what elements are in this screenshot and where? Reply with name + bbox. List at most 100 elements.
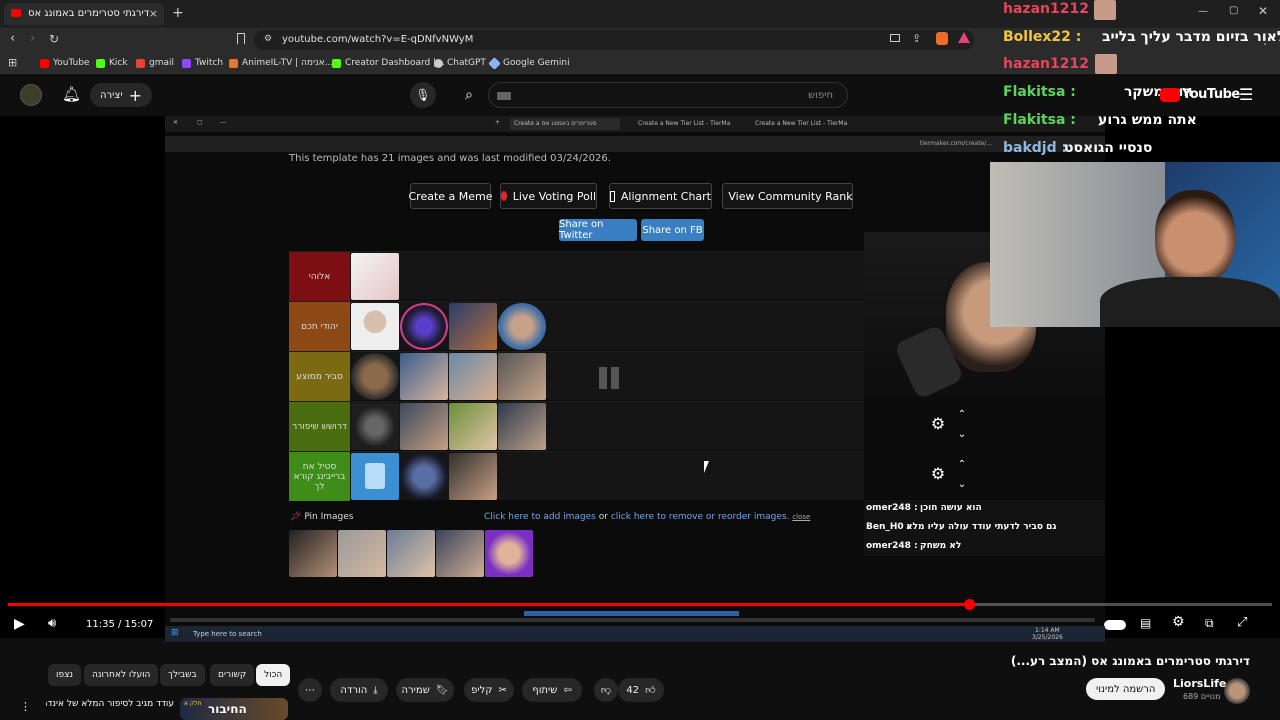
bookmark-icon[interactable] [237,33,245,44]
site-info-icon[interactable]: ⚙ [264,34,272,44]
bookmark-gmail[interactable]: gmail [136,58,174,68]
play-icon[interactable]: ▶ [14,616,25,632]
chat-emote [1095,54,1117,74]
brave-shield-icon[interactable] [936,32,948,45]
grid-icon [610,190,615,202]
tab-close-icon[interactable]: × [149,7,158,20]
brave-rewards-icon[interactable] [958,32,970,43]
maximize-icon[interactable]: ▢ [1229,5,1238,16]
url-bar[interactable]: ⚙ youtube.com/watch?v=E-qDNfvNWyM [254,30,974,50]
bookmark-gemini[interactable]: Google Gemini [488,56,570,70]
tier-item-image [351,303,399,350]
subtitles-icon[interactable]: ▤ [1140,616,1151,630]
bookmark-chatgpt[interactable]: ChatGPT [434,58,486,68]
tab-title: דירגתי סטרימרים באמונג אס [28,8,150,19]
browser-menu-icon[interactable]: ⋮ [1259,33,1271,47]
progress-scrubber[interactable] [964,599,975,610]
back-icon[interactable]: ‹ [10,31,15,46]
chip-all[interactable]: הכול [256,664,291,686]
tier-item-image [351,453,399,500]
chip-for-you[interactable]: בשבילך [160,664,205,686]
youtube-logo-text[interactable]: YouTube [1182,87,1240,102]
menu-hamburger-icon[interactable]: ☰ [1239,85,1253,104]
more-actions-button[interactable]: ⋯ [298,678,322,702]
more-horizontal-icon: ⋯ [305,684,315,696]
forward-icon[interactable]: › [30,31,35,46]
bookmark-kick[interactable]: Kick [96,58,128,68]
chat-message: לא משחק [920,541,962,551]
bookmark-animeil[interactable]: AnimeIL-TV | אנימה... [229,58,333,68]
chip-recently-uploaded[interactable]: הועלו לאחרונה [84,664,159,686]
chat-username: Ben_H0 : [866,522,911,532]
search-button-icon[interactable]: ⌕ [456,82,482,108]
kick-icon [96,58,105,68]
clip-button[interactable]: קליפ ✂ [464,678,514,702]
inner-close-icon: ✕ [173,119,179,126]
bookmark-twitch[interactable]: Twitch [182,58,223,68]
channel-avatar[interactable] [1224,678,1250,704]
share-button[interactable]: שיתוף ⇦ [522,678,582,702]
browser-tab-active[interactable]: דירגתי סטרימרים באמונג אס × [4,3,164,25]
chat-username: Bollex22 : [1003,29,1082,45]
next-video-thumbnail[interactable]: החיבור חלק א [180,698,288,720]
volume-icon[interactable]: 🔊︎ [48,616,56,631]
download-icon: ⤓ [373,684,378,696]
time-display: 11:35 / 15:07 [86,619,154,630]
apps-grid-icon[interactable]: ⊞ [8,56,17,69]
bookmark-youtube[interactable]: YouTube [40,58,90,68]
pin-images-label: 📌︎ Pin Images [290,512,354,522]
taskbar-time: 1:14 AM [1035,627,1060,634]
inner-tab: Create a New Tier List - TierMa [638,120,731,127]
inner-address-bar: tiermaker.com/create/... [165,136,1105,152]
download-button[interactable]: הורדה ⤓ [330,678,388,702]
chip-watched[interactable]: נצפו [48,664,82,686]
close-link: close [792,513,811,521]
tier-row: דרושש שיפורר [289,401,864,451]
chat-username: omer248 : [866,503,918,513]
reload-icon[interactable]: ↻ [49,32,59,46]
dislike-button[interactable]: 👎︎ [594,678,618,702]
autoplay-toggle[interactable] [1104,620,1126,630]
account-avatar[interactable] [20,84,42,106]
subscriber-count: 689 מנויים [1183,692,1221,701]
image-links: Click here to add images or click here t… [484,512,810,522]
voice-search-mic-icon[interactable]: 🎙︎ [410,82,436,108]
next-video-title[interactable]: עודד מגיב לסיפור המלא של אינדה ... [46,699,174,709]
more-vertical-icon[interactable]: ⋮ [20,700,31,713]
window-close-icon[interactable]: ✕ [1258,4,1268,18]
like-button[interactable]: 42 👍︎ [618,678,664,702]
record-dot-icon [501,191,507,201]
create-button[interactable]: יצירה + [90,83,152,107]
chevron-down-icon: ⌄ [957,429,967,440]
settings-gear-icon[interactable]: ⚙ [1172,614,1185,630]
share-page-icon[interactable]: ⇪ [912,32,921,45]
animeil-icon [229,58,238,68]
alignment-chart-button: Alignment Chart [609,183,712,209]
inner-url: tiermaker.com/create/... [920,140,992,147]
chevron-down-icon: ⌄ [957,479,967,490]
fullscreen-icon[interactable]: ⤢ [1237,615,1247,630]
cast-icon[interactable] [890,34,900,42]
live-voting-poll-button: Live Voting Poll [500,183,597,209]
taskbar-date: 3/25/2026 [1032,634,1063,641]
chat-username: Flakitsa : [1003,84,1076,100]
thumbs-up-icon: 👍︎ [645,685,656,696]
new-tab-icon[interactable]: + [172,5,184,21]
subscribe-button[interactable]: הרשמה למינוי [1086,678,1166,700]
save-button[interactable]: שמירה 🔖︎ [396,678,454,702]
notifications-bell-icon[interactable]: 🔔︎ [62,85,81,103]
miniplayer-icon[interactable]: ⧉ [1205,616,1214,631]
windows-start-icon: ⊞ [171,628,179,638]
tier-item-image [400,403,448,450]
chip-related[interactable]: קשורים [210,664,255,686]
tier-label: יהודי חכם [289,302,350,351]
youtube-logo-icon[interactable] [1160,88,1180,102]
keyboard-icon[interactable] [497,92,511,100]
minimize-icon[interactable]: — [1198,6,1208,17]
chat-username: Flakitsa : [1003,112,1076,128]
search-input[interactable]: חיפוש [488,82,848,108]
channel-name[interactable]: LiorsLife [1173,677,1226,690]
bookmark-creator-dashboard[interactable]: Creator Dashboard |... [332,58,445,68]
chevron-up-icon: ⌃ [957,459,967,470]
pause-overlay-icon [599,367,607,389]
